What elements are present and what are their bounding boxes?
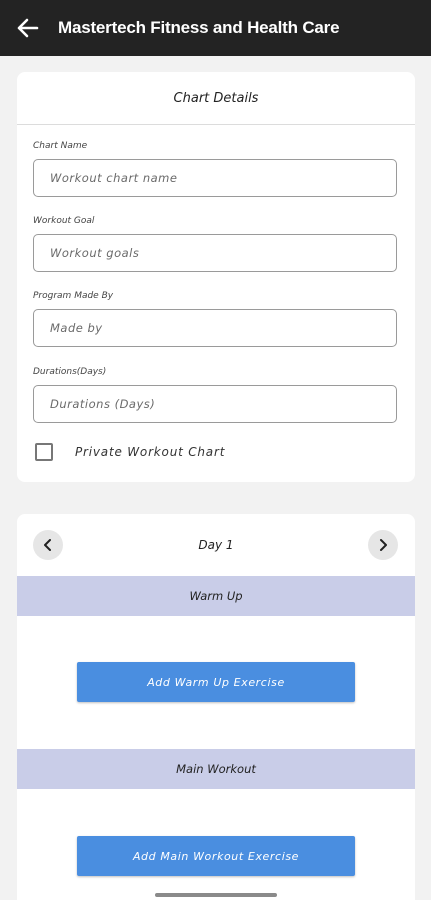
warm-up-section-header: Warm Up xyxy=(17,576,415,616)
made-by-input[interactable] xyxy=(33,309,397,347)
next-day-button[interactable] xyxy=(368,530,398,560)
back-arrow-icon[interactable] xyxy=(16,16,40,40)
durations-label: Durations(Days) xyxy=(33,367,107,377)
workout-goal-input[interactable] xyxy=(33,234,397,272)
workout-goal-label: Workout Goal xyxy=(33,216,95,226)
home-indicator[interactable] xyxy=(155,893,277,897)
day-navigator: Day 1 xyxy=(17,530,415,560)
durations-input[interactable] xyxy=(33,385,397,423)
chart-details-header: Chart Details xyxy=(17,72,415,125)
private-chart-checkbox[interactable] xyxy=(35,443,53,461)
program-made-by-label: Program Made By xyxy=(33,291,114,301)
add-main-workout-exercise-button[interactable]: Add Main Workout Exercise xyxy=(77,836,355,876)
app-bar: Mastertech Fitness and Health Care xyxy=(0,0,431,56)
main-workout-section-header: Main Workout xyxy=(17,749,415,789)
chart-name-label: Chart Name xyxy=(33,141,88,151)
day-label: Day 1 xyxy=(198,538,234,552)
day-panel-card: Day 1 Warm Up Add Warm Up Exercise Main … xyxy=(17,514,415,900)
private-chart-label: Private Workout Chart xyxy=(75,445,226,459)
add-warm-up-exercise-button[interactable]: Add Warm Up Exercise xyxy=(77,662,355,702)
chart-name-input[interactable] xyxy=(33,159,397,197)
previous-day-button[interactable] xyxy=(33,530,63,560)
private-chart-row[interactable]: Private Workout Chart xyxy=(35,443,225,461)
chevron-right-icon xyxy=(380,539,387,551)
chevron-left-icon xyxy=(44,539,51,551)
app-title: Mastertech Fitness and Health Care xyxy=(58,18,340,37)
chart-details-card: Chart Details Chart Name Workout Goal Pr… xyxy=(17,72,415,482)
